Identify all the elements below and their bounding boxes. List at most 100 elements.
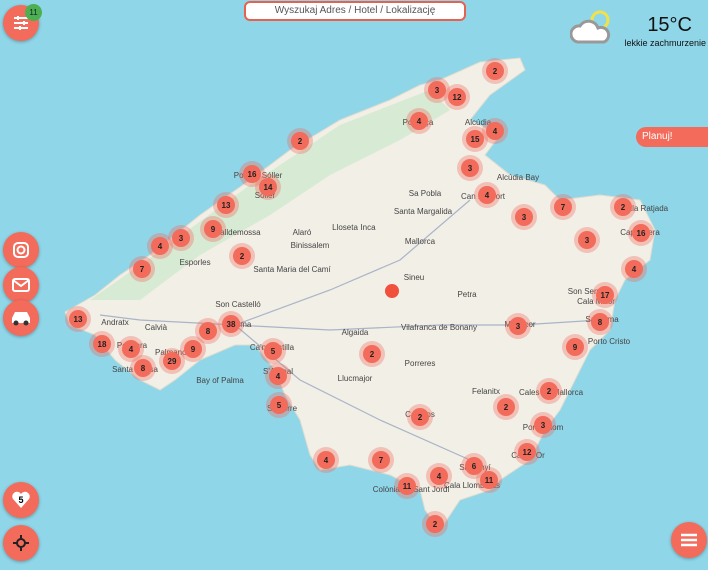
- cluster-marker[interactable]: 2: [536, 378, 562, 404]
- cluster-marker[interactable]: 9: [200, 216, 226, 242]
- cluster-marker[interactable]: 2: [359, 341, 385, 367]
- cluster-count: 4: [485, 191, 490, 200]
- cluster-marker[interactable]: 17: [592, 282, 618, 308]
- town-label: Porto Cristo: [588, 337, 631, 346]
- locate-button[interactable]: [3, 525, 39, 561]
- cluster-count: 8: [141, 364, 146, 373]
- town-label: Algaida: [342, 328, 369, 337]
- cluster-marker[interactable]: 13: [213, 192, 239, 218]
- cluster-count: 8: [598, 318, 603, 327]
- cluster-marker[interactable]: 13: [65, 306, 91, 332]
- cluster-marker[interactable]: 8: [587, 309, 613, 335]
- cluster-marker[interactable]: 11: [476, 467, 502, 493]
- cluster-marker[interactable]: 3: [457, 155, 483, 181]
- town-label: Vilafranca de Bonany: [401, 323, 477, 332]
- cluster-count: 5: [271, 347, 276, 356]
- cluster-count: 17: [601, 291, 610, 300]
- cluster-marker[interactable]: 12: [514, 439, 540, 465]
- cluster-count: 4: [632, 265, 637, 274]
- town-label: Lloseta: [332, 223, 358, 232]
- cluster-marker[interactable]: 9: [562, 334, 588, 360]
- favorites-button[interactable]: 5: [3, 482, 39, 518]
- cluster-count: 2: [240, 252, 245, 261]
- weather-temperature: 15°C: [647, 14, 692, 36]
- cluster-count: 4: [276, 372, 281, 381]
- partly-cloudy-icon: [570, 10, 611, 44]
- cluster-count: 3: [179, 234, 184, 243]
- town-label: Binissalem: [291, 241, 330, 250]
- cluster-count: 13: [222, 201, 231, 210]
- crosshair-icon: [13, 535, 29, 551]
- cluster-count: 4: [437, 472, 442, 481]
- cluster-marker[interactable]: 4: [265, 363, 291, 389]
- cluster-marker[interactable]: 8: [130, 355, 156, 381]
- cluster-marker[interactable]: 4: [426, 463, 452, 489]
- cluster-marker[interactable]: 14: [255, 174, 281, 200]
- cluster-count: 4: [324, 456, 329, 465]
- cluster-count: 11: [485, 476, 494, 485]
- cluster-count: 3: [435, 86, 440, 95]
- menu-button[interactable]: [671, 522, 707, 558]
- current-location-marker[interactable]: [385, 284, 399, 298]
- cluster-marker[interactable]: 3: [511, 204, 537, 230]
- cluster-count: 4: [417, 117, 422, 126]
- cluster-marker[interactable]: 3: [574, 227, 600, 253]
- cluster-marker[interactable]: 5: [266, 392, 292, 418]
- cluster-count: 2: [504, 403, 509, 412]
- cluster-marker[interactable]: 18: [89, 331, 115, 357]
- map-canvas[interactable]: PollençaAlcúdiaPort de SóllerSóllerValld…: [0, 0, 708, 570]
- instagram-button[interactable]: [3, 232, 39, 268]
- cluster-marker[interactable]: 4: [406, 108, 432, 134]
- cluster-count: 9: [191, 345, 196, 354]
- heart-icon: 5: [12, 491, 30, 508]
- cluster-marker[interactable]: 2: [493, 394, 519, 420]
- cluster-count: 2: [433, 520, 438, 529]
- cluster-marker[interactable]: 2: [610, 194, 636, 220]
- town-label: Andratx: [101, 318, 129, 327]
- cluster-count: 15: [471, 135, 480, 144]
- cluster-marker[interactable]: 7: [368, 447, 394, 473]
- cluster-marker[interactable]: 4: [474, 182, 500, 208]
- mail-button[interactable]: [3, 267, 39, 303]
- cluster-marker[interactable]: 12: [444, 84, 470, 110]
- cluster-marker[interactable]: 4: [147, 233, 173, 259]
- cluster-marker[interactable]: 11: [394, 473, 420, 499]
- cluster-marker[interactable]: 38: [218, 311, 244, 337]
- town-label: Llucmajor: [338, 374, 373, 383]
- cluster-marker[interactable]: 2: [229, 243, 255, 269]
- hamburger-menu-icon: [681, 533, 697, 547]
- cluster-count: 2: [621, 203, 626, 212]
- cluster-marker[interactable]: 2: [287, 128, 313, 154]
- cluster-marker[interactable]: 2: [407, 404, 433, 430]
- town-label: Mallorca: [405, 237, 436, 246]
- cluster-marker[interactable]: 4: [313, 447, 339, 473]
- cluster-marker[interactable]: 15: [462, 126, 488, 152]
- cluster-count: 4: [493, 127, 498, 136]
- cluster-marker[interactable]: 2: [422, 511, 448, 537]
- cluster-count: 16: [248, 170, 257, 179]
- cluster-marker[interactable]: 4: [621, 256, 647, 282]
- cluster-marker[interactable]: 16: [628, 220, 654, 246]
- favorites-count: 5: [18, 495, 23, 505]
- cluster-count: 2: [370, 350, 375, 359]
- town-label: Porreres: [405, 359, 436, 368]
- town-label: Felanitx: [472, 387, 500, 396]
- search-input[interactable]: Wyszukaj Adres / Hotel / Lokalizację: [244, 1, 466, 21]
- cluster-count: 2: [493, 67, 498, 76]
- cluster-marker[interactable]: 3: [505, 313, 531, 339]
- cluster-marker[interactable]: 7: [550, 194, 576, 220]
- car-button[interactable]: [3, 300, 39, 336]
- plan-button[interactable]: Planuj!: [636, 127, 708, 147]
- town-label: Santa Maria del Camí: [253, 265, 331, 274]
- cluster-marker[interactable]: 2: [482, 58, 508, 84]
- cluster-marker[interactable]: 29: [159, 348, 185, 374]
- cluster-count: 7: [140, 265, 145, 274]
- cluster-count: 12: [453, 93, 462, 102]
- cluster-marker[interactable]: 7: [129, 256, 155, 282]
- cluster-marker[interactable]: 5: [260, 338, 286, 364]
- cluster-count: 3: [516, 322, 521, 331]
- cluster-marker[interactable]: 3: [530, 412, 556, 438]
- cluster-count: 16: [637, 229, 646, 238]
- town-label: Santa Margalida: [394, 207, 453, 216]
- cluster-count: 8: [206, 327, 211, 336]
